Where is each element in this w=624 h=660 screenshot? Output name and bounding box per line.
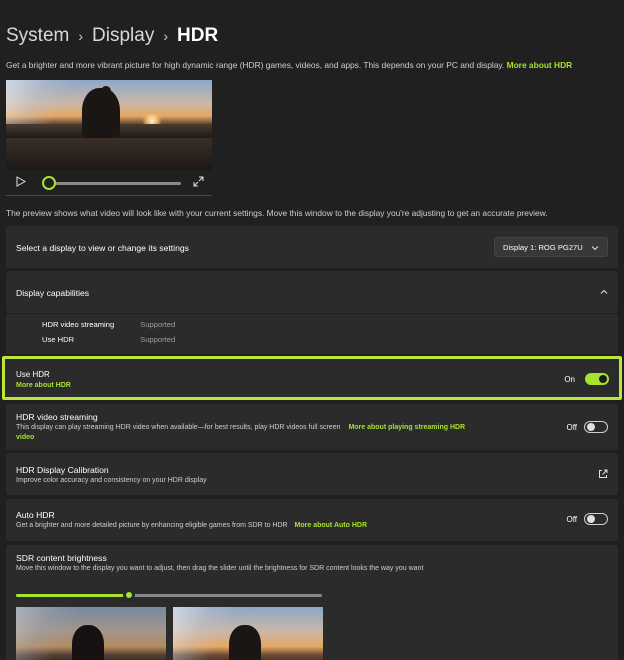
toggle-knob [587, 515, 595, 523]
page-title: HDR [177, 25, 219, 46]
display-capabilities-body: HDR video streaming Supported Use HDR Su… [6, 314, 618, 354]
hdr-preview-video [6, 80, 212, 138]
sdr-brightness-slider-thumb[interactable] [123, 589, 136, 601]
sdr-sample-image [16, 607, 166, 660]
breadcrumb-separator-icon: › [163, 28, 169, 44]
toggle-knob [599, 375, 607, 383]
hdr-video-streaming-desc: This display can play streaming HDR vide… [16, 424, 465, 431]
breadcrumb-system[interactable]: System [6, 25, 69, 47]
page-description-text: Get a brighter and more vibrant picture … [6, 60, 505, 70]
capability-value: Supported [140, 320, 176, 329]
video-seek-track[interactable] [49, 182, 181, 185]
hdr-calibration-desc: Improve color accuracy and consistency o… [16, 477, 207, 484]
sample-railing [16, 607, 76, 660]
breadcrumb: System › Display › HDR [6, 22, 218, 50]
open-external-icon[interactable] [598, 469, 608, 479]
video-seek-thumb[interactable] [42, 176, 56, 190]
hdr-preview-video-lower [6, 138, 212, 170]
streaming-hdr-more-link[interactable]: More about playing streaming HDR [348, 424, 465, 431]
sdr-brightness-title: SDR content brightness [16, 553, 107, 563]
preview-note: The preview shows what video will look l… [6, 208, 548, 218]
video-controls [6, 170, 212, 196]
display-capabilities-header[interactable]: Display capabilities [6, 271, 618, 313]
sdr-brightness-slider-fill [16, 594, 130, 597]
toggle-knob [587, 423, 595, 431]
use-hdr-card: Use HDR More about HDR On [2, 356, 622, 400]
display-select-label: Select a display to view or change its s… [16, 243, 189, 253]
display-capabilities-title: Display capabilities [16, 288, 90, 298]
auto-hdr-card: Auto HDR Get a brighter and more detaile… [6, 499, 618, 541]
sample-railing [173, 607, 233, 660]
auto-hdr-toggle[interactable] [584, 513, 608, 525]
hdr-calibration-card[interactable]: HDR Display Calibration Improve color ac… [6, 453, 618, 495]
sdr-brightness-desc: Move this window to the display you want… [16, 565, 424, 572]
expand-icon[interactable] [193, 176, 204, 187]
streaming-hdr-more-link-cont[interactable]: video [16, 434, 34, 441]
sdr-brightness-card: SDR content brightness Move this window … [6, 545, 618, 660]
auto-hdr-desc-text: Get a brighter and more detailed picture… [16, 522, 288, 529]
auto-hdr-desc: Get a brighter and more detailed picture… [16, 522, 367, 529]
breadcrumb-display[interactable]: Display [92, 25, 154, 47]
chevron-up-icon[interactable] [600, 288, 608, 296]
auto-hdr-title: Auto HDR [16, 510, 55, 520]
sample-person [229, 625, 261, 660]
sample-person [72, 625, 104, 660]
play-icon[interactable] [16, 176, 26, 187]
use-hdr-toggle[interactable] [585, 373, 609, 385]
display-select-dropdown[interactable]: Display 1: ROG PG27U [494, 237, 608, 257]
more-about-hdr-link[interactable]: More about HDR [507, 60, 573, 70]
display-select-card: Select a display to view or change its s… [6, 226, 618, 268]
use-hdr-more-link[interactable]: More about HDR [16, 382, 71, 389]
hdr-video-streaming-state-label: Off [566, 423, 577, 432]
breadcrumb-separator-icon: › [78, 28, 84, 44]
preview-person [82, 88, 120, 138]
capability-name: HDR video streaming [42, 320, 115, 329]
hdr-video-streaming-title: HDR video streaming [16, 412, 98, 422]
page-description: Get a brighter and more vibrant picture … [6, 60, 618, 70]
capability-value: Supported [140, 335, 176, 344]
capability-row: HDR video streaming Supported [42, 320, 175, 329]
hdr-video-streaming-toggle[interactable] [584, 421, 608, 433]
hdr-calibration-title: HDR Display Calibration [16, 465, 109, 475]
capability-row: Use HDR Supported [42, 335, 175, 344]
auto-hdr-more-link[interactable]: More about Auto HDR [295, 522, 367, 529]
auto-hdr-state-label: Off [566, 515, 577, 524]
chevron-down-icon [591, 246, 599, 251]
use-hdr-state-label: On [564, 375, 575, 384]
hdr-video-streaming-card: HDR video streaming This display can pla… [6, 404, 618, 450]
capability-name: Use HDR [42, 335, 75, 344]
use-hdr-title: Use HDR [16, 370, 50, 379]
sdr-brightness-slider-track[interactable] [16, 594, 322, 597]
hdr-video-streaming-desc-text: This display can play streaming HDR vide… [16, 424, 341, 431]
preview-person-head [101, 86, 111, 96]
display-select-value: Display 1: ROG PG27U [503, 242, 583, 252]
hdr-sample-image [173, 607, 323, 660]
